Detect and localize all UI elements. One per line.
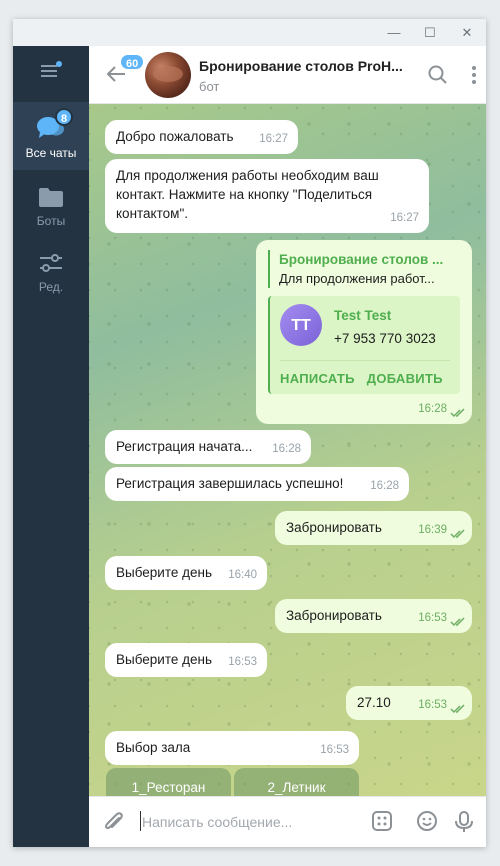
message-text: Регистрация завершилась успешно!: [116, 476, 344, 491]
message-time: 16:40: [228, 569, 257, 581]
chat-subtitle: бот: [199, 79, 220, 94]
sidebar-item-label: Боты: [36, 214, 66, 228]
folder-icon: [39, 188, 63, 207]
message-composer: Написать сообщение...: [89, 796, 486, 847]
write-message-button[interactable]: НАПИСАТЬ: [280, 369, 355, 388]
message-bubble[interactable]: Добро пожаловать 16:27: [105, 120, 298, 154]
chat-panel: 60 Бронирование столов ProH... бот Добро…: [89, 46, 486, 847]
message-bubble[interactable]: Выберите день 16:40: [105, 556, 267, 590]
message-text: Для продолжения работы необходим ваш кон…: [116, 168, 379, 221]
add-contact-button[interactable]: ДОБАВИТЬ: [367, 369, 443, 388]
message-bubble[interactable]: Регистрация начата... 16:28: [105, 430, 311, 464]
message-text: Регистрация начата...: [116, 439, 253, 454]
text-caret: [140, 811, 141, 831]
reply-text: Для продолжения работ...: [279, 271, 435, 286]
message-time: 16:28: [370, 480, 399, 492]
shared-contact-card: TT Test Test +7 953 770 3023 НАПИСАТЬ ДО…: [268, 296, 460, 394]
message-text: Забронировать: [286, 520, 382, 535]
message-list[interactable]: Добро пожаловать 16:27 Для продолжения р…: [89, 104, 486, 796]
reply-title: Бронирование столов ...: [279, 252, 444, 267]
double-check-icon: [450, 529, 465, 539]
more-vertical-icon[interactable]: [463, 64, 485, 86]
message-input[interactable]: Написать сообщение...: [142, 814, 292, 830]
sidebar-item-label: Ред.: [38, 280, 64, 294]
chat-header: 60 Бронирование столов ProH... бот: [89, 46, 486, 104]
message-bubble[interactable]: Регистрация завершилась успешно! 16:28: [105, 467, 409, 501]
main-menu-button[interactable]: [13, 46, 89, 96]
keyboard-button-restaurant[interactable]: 1_Ресторан: [106, 768, 231, 796]
message-time: 16:28: [272, 443, 301, 455]
sidebar-item-label: Все чаты: [25, 146, 77, 160]
emoji-icon[interactable]: [416, 810, 438, 832]
search-icon[interactable]: [427, 64, 449, 86]
contact-avatar[interactable]: TT: [280, 304, 322, 346]
folders-sidebar: 8 Все чаты Боты Ред.: [13, 46, 89, 847]
unread-count-badge: 60: [119, 53, 146, 71]
message-time: 16:53: [320, 744, 349, 756]
message-time: 16:53: [418, 699, 447, 711]
message-bubble[interactable]: Выберите день 16:53: [105, 643, 267, 677]
message-text: 27.10: [357, 695, 391, 710]
microphone-icon[interactable]: [453, 810, 475, 834]
message-time: 16:28: [418, 403, 447, 415]
message-time: 16:27: [259, 133, 288, 145]
sidebar-item-bots[interactable]: Боты: [13, 180, 89, 240]
double-check-icon: [450, 617, 465, 627]
unread-badge: 8: [55, 108, 73, 126]
contact-actions: НАПИСАТЬ ДОБАВИТЬ: [280, 360, 450, 388]
message-text: Забронировать: [286, 608, 382, 623]
message-text: Выберите день: [116, 565, 213, 580]
message-bubble[interactable]: Забронировать 16:53: [275, 599, 472, 633]
message-bubble[interactable]: Бронирование столов ... Для продолжения …: [256, 240, 472, 424]
sidebar-item-all-chats[interactable]: 8 Все чаты: [13, 102, 89, 170]
close-button[interactable]: ✕: [449, 19, 485, 46]
message-time: 16:39: [418, 524, 447, 536]
message-bubble[interactable]: 27.10 16:53: [346, 686, 472, 720]
hamburger-icon: [41, 61, 62, 77]
message-bubble[interactable]: Выбор зала 16:53: [105, 731, 359, 765]
telegram-window: — ☐ ✕ 8 Все чаты Боты Ред. 60 Бронирован…: [13, 19, 486, 847]
message-text: Добро пожаловать: [116, 129, 234, 144]
paperclip-icon[interactable]: [103, 810, 125, 834]
message-text: Выберите день: [116, 652, 213, 667]
chat-avatar[interactable]: [145, 52, 191, 98]
double-check-icon: [450, 704, 465, 714]
maximize-button[interactable]: ☐: [412, 19, 448, 46]
message-text: Выбор зала: [116, 740, 191, 755]
message-time: 16:27: [390, 212, 419, 224]
title-bar: — ☐ ✕: [13, 19, 486, 46]
message-bubble[interactable]: Забронировать 16:39: [275, 511, 472, 545]
message-time: 16:53: [228, 656, 257, 668]
minimize-button[interactable]: —: [376, 19, 412, 46]
keyboard-button-summer[interactable]: 2_Летник: [234, 768, 359, 796]
double-check-icon: [450, 408, 465, 418]
message-bubble[interactable]: Для продолжения работы необходим ваш кон…: [105, 159, 429, 233]
chat-title[interactable]: Бронирование столов ProH...: [199, 58, 409, 74]
sidebar-item-edit[interactable]: Ред.: [13, 246, 89, 306]
bot-commands-icon[interactable]: [371, 810, 393, 832]
reply-preview[interactable]: Бронирование столов ... Для продолжения …: [268, 250, 460, 288]
message-time: 16:53: [418, 612, 447, 624]
sliders-icon: [40, 254, 62, 272]
